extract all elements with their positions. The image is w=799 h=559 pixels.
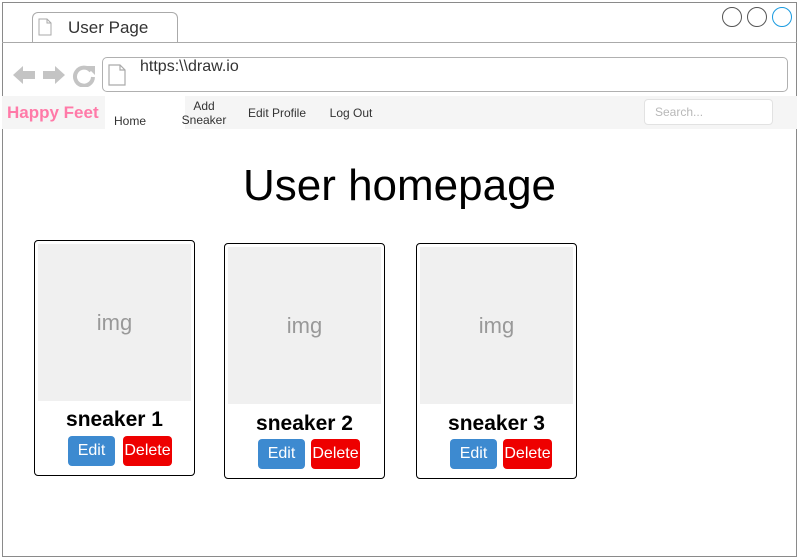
url-text: https:\\draw.io — [140, 58, 239, 75]
sneaker-image: img — [38, 244, 191, 401]
delete-button[interactable]: Delete — [503, 439, 552, 469]
sneaker-card: img sneaker 3 Edit Delete — [416, 243, 577, 479]
sneaker-card: img sneaker 2 Edit Delete — [224, 243, 385, 479]
delete-button[interactable]: Delete — [123, 436, 172, 466]
sneaker-image: img — [420, 247, 573, 404]
close-button[interactable] — [772, 7, 792, 27]
nav-item-edit-profile[interactable]: Edit Profile — [244, 106, 310, 120]
edit-button[interactable]: Edit — [258, 439, 305, 469]
forward-arrow-icon[interactable] — [42, 63, 66, 87]
minimize-button[interactable] — [722, 7, 742, 27]
nav-item-add-sneaker[interactable]: Add Sneaker — [174, 99, 234, 127]
page-icon — [108, 64, 126, 86]
maximize-button[interactable] — [747, 7, 767, 27]
delete-button[interactable]: Delete — [311, 439, 360, 469]
reload-icon[interactable] — [72, 63, 96, 87]
document-icon — [38, 18, 52, 36]
back-arrow-icon[interactable] — [12, 63, 36, 87]
nav-item-log-out[interactable]: Log Out — [322, 106, 380, 120]
tab-divider — [2, 42, 797, 43]
tab-title: User Page — [68, 18, 149, 37]
search-input[interactable] — [644, 99, 773, 125]
nav-item-home[interactable]: Home — [105, 114, 155, 128]
sneaker-name: sneaker 3 — [448, 412, 545, 435]
sneaker-name: sneaker 2 — [256, 412, 353, 435]
sneaker-image: img — [228, 247, 381, 404]
edit-button[interactable]: Edit — [450, 439, 497, 469]
sneaker-name: sneaker 1 — [66, 408, 163, 431]
page-title: User homepage — [242, 161, 557, 210]
sneaker-card: img sneaker 1 Edit Delete — [34, 240, 195, 476]
brand-logo[interactable]: Happy Feet — [7, 103, 99, 123]
edit-button[interactable]: Edit — [68, 436, 115, 466]
